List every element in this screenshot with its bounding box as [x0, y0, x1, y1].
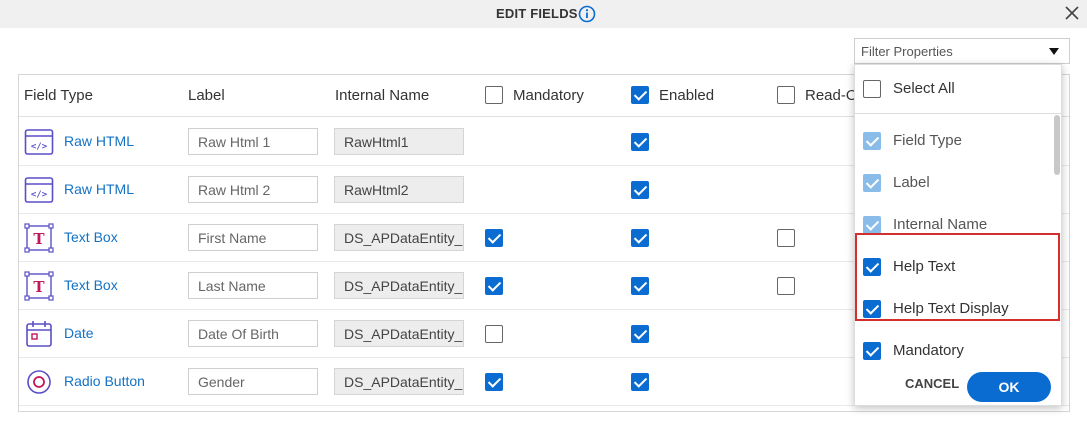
field-type-link[interactable]: Raw HTML [64, 133, 134, 149]
header-mandatory: Mandatory [513, 87, 584, 104]
dropdown-item-label: Help Text [893, 258, 956, 275]
caret-down-icon [1049, 48, 1059, 55]
info-icon[interactable] [578, 5, 596, 23]
select-all-checkbox[interactable] [863, 80, 881, 98]
dropdown-item-label: Select All [893, 80, 955, 97]
header-internal-name[interactable]: Internal Name [335, 87, 429, 104]
label-input[interactable]: Date Of Birth [188, 320, 318, 347]
help-text-display-checkbox[interactable] [863, 300, 881, 318]
field-type-link[interactable]: Text Box [64, 277, 118, 293]
label-input[interactable]: Last Name [188, 272, 318, 299]
dropdown-item-label: Internal Name [893, 216, 988, 233]
close-icon[interactable] [1065, 6, 1079, 20]
header-read-only: Read-O [805, 87, 858, 104]
read-only-checkbox[interactable] [777, 229, 795, 247]
dropdown-item-label: Help Text Display [893, 300, 1009, 317]
ok-button[interactable]: OK [967, 372, 1051, 402]
read-only-checkbox[interactable] [777, 277, 795, 295]
svg-text:</>: </> [31, 142, 48, 152]
help-text-checkbox[interactable] [863, 258, 881, 276]
dropdown-item-mandatory[interactable]: Mandatory [855, 331, 1061, 371]
svg-text:</>: </> [31, 190, 48, 200]
enabled-checkbox[interactable] [631, 133, 649, 151]
label-checkbox [863, 174, 881, 192]
enabled-checkbox[interactable] [631, 181, 649, 199]
field-type-link[interactable]: Date [64, 325, 94, 341]
label-input[interactable]: Raw Html 1 [188, 128, 318, 155]
enabled-checkbox[interactable] [631, 325, 649, 343]
internal-name-input: RawHtml2 [334, 176, 464, 203]
mandatory-checkbox[interactable] [485, 229, 503, 247]
dropdown-item-field-type: Field Type [855, 121, 1061, 161]
enabled-checkbox[interactable] [631, 229, 649, 247]
dialog-header: EDIT FIELDS [0, 0, 1087, 28]
raw-html-icon: </> [24, 177, 54, 203]
header-mandatory-checkbox[interactable] [485, 86, 503, 104]
filter-properties-dropdown: Select All Field Type Label Internal Nam… [854, 64, 1062, 406]
dropdown-item-help-text[interactable]: Help Text [855, 247, 1061, 287]
svg-text:T: T [33, 278, 45, 296]
internal-name-input: DS_APDataEntity_( [334, 272, 464, 299]
dropdown-item-label-option: Label [855, 163, 1061, 203]
field-type-checkbox [863, 132, 881, 150]
internal-name-input: DS_APDataEntity_( [334, 224, 464, 251]
internal-name-input: DS_APDataEntity_( [334, 368, 464, 395]
header-field-type[interactable]: Field Type [24, 87, 93, 104]
cancel-button[interactable]: CANCEL [905, 376, 959, 391]
enabled-checkbox[interactable] [631, 277, 649, 295]
radio-button-icon [27, 370, 51, 394]
header-label[interactable]: Label [188, 87, 225, 104]
text-box-icon: T [24, 271, 54, 301]
header-enabled: Enabled [659, 87, 715, 104]
field-type-link[interactable]: Radio Button [64, 373, 145, 389]
raw-html-icon: </> [24, 129, 54, 155]
field-type-link[interactable]: Text Box [64, 229, 118, 245]
field-type-link[interactable]: Raw HTML [64, 181, 134, 197]
internal-name-input: RawHtml1 [334, 128, 464, 155]
date-icon [26, 321, 52, 347]
header-enabled-checkbox[interactable] [631, 86, 649, 104]
enabled-checkbox[interactable] [631, 373, 649, 391]
dropdown-item-help-text-display[interactable]: Help Text Display [855, 289, 1061, 329]
svg-text:T: T [33, 230, 45, 248]
mandatory-checkbox[interactable] [485, 325, 503, 343]
header-read-only-checkbox[interactable] [777, 86, 795, 104]
internal-name-input: DS_APDataEntity_( [334, 320, 464, 347]
mandatory-checkbox[interactable] [485, 373, 503, 391]
dialog-title: EDIT FIELDS [496, 6, 578, 21]
dropdown-item-select-all[interactable]: Select All [855, 69, 1061, 109]
dropdown-scrollbar[interactable] [1054, 115, 1060, 175]
label-input[interactable]: Gender [188, 368, 318, 395]
label-input[interactable]: First Name [188, 224, 318, 251]
filter-properties-select[interactable]: Filter Properties [854, 38, 1070, 64]
dropdown-item-internal-name: Internal Name [855, 205, 1061, 245]
dropdown-item-label: Mandatory [893, 342, 964, 359]
internal-name-checkbox [863, 216, 881, 234]
filter-placeholder: Filter Properties [861, 44, 953, 59]
dropdown-item-label: Field Type [893, 132, 962, 149]
label-input[interactable]: Raw Html 2 [188, 176, 318, 203]
dropdown-item-label: Label [893, 174, 930, 191]
text-box-icon: T [24, 223, 54, 253]
dropdown-divider [855, 113, 1061, 114]
mandatory-checkbox[interactable] [485, 277, 503, 295]
mandatory-option-checkbox[interactable] [863, 342, 881, 360]
